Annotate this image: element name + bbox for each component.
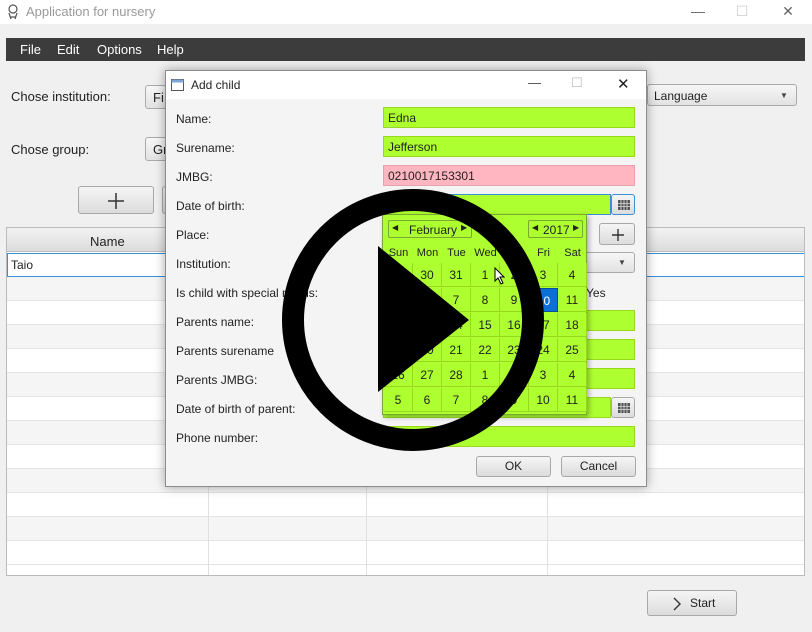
surname-field[interactable]: Jefferson xyxy=(383,136,635,157)
dialog-titlebar: Add child — ☐ ✕ xyxy=(166,71,646,99)
add-button[interactable] xyxy=(78,186,154,214)
weekday-label: Sat xyxy=(564,247,581,259)
phone-label: Phone number: xyxy=(176,431,259,445)
language-combo[interactable]: Language ▼ xyxy=(647,84,797,106)
calendar-day[interactable]: 18 xyxy=(558,313,587,337)
cancel-button[interactable]: Cancel xyxy=(561,456,636,477)
next-year-arrow-icon[interactable]: ▶ xyxy=(573,223,579,232)
minimize-button[interactable]: — xyxy=(675,0,721,24)
column-header-name[interactable]: Name xyxy=(90,234,125,249)
maximize-button[interactable]: ☐ xyxy=(719,0,765,24)
chevron-right-icon xyxy=(673,597,681,611)
window-title: Application for nursery xyxy=(26,4,156,19)
table-row[interactable] xyxy=(7,517,804,541)
table-row[interactable] xyxy=(7,541,804,565)
name-field[interactable]: Edna xyxy=(383,107,635,128)
parent-dob-label: Date of birth of parent: xyxy=(176,402,296,416)
calendar-day[interactable]: 4 xyxy=(558,363,587,387)
calendar-day[interactable]: 11 xyxy=(558,288,587,312)
dob-label: Date of birth: xyxy=(176,199,245,213)
calendar-icon xyxy=(618,200,630,210)
jmbg-field[interactable]: 0210017153301 xyxy=(383,165,635,186)
menu-help[interactable]: Help xyxy=(157,42,184,57)
chevron-down-icon: ▼ xyxy=(618,258,626,267)
dialog-title: Add child xyxy=(191,78,241,92)
close-button[interactable]: ✕ xyxy=(765,0,811,24)
parents-name-label: Parents name: xyxy=(176,315,255,329)
calendar-day[interactable]: 25 xyxy=(558,338,587,362)
calendar-day[interactable]: 11 xyxy=(558,388,587,412)
parents-surname-label: Parents surename xyxy=(176,344,275,358)
menu-options[interactable]: Options xyxy=(97,42,142,57)
institution-label: Chose institution: xyxy=(11,89,111,104)
dialog-close-button[interactable]: ✕ xyxy=(617,75,630,93)
dialog-minimize-button[interactable]: — xyxy=(528,75,541,90)
calendar-year: 2017 xyxy=(543,223,570,237)
calendar-day[interactable]: 4 xyxy=(558,263,587,287)
place-label: Place: xyxy=(176,228,210,242)
chevron-down-icon: ▼ xyxy=(780,91,788,100)
play-overlay-icon[interactable] xyxy=(279,186,547,454)
menu-bar: File Edit Options Help xyxy=(6,38,805,61)
name-label: Name: xyxy=(176,112,212,126)
institution-label: Institution: xyxy=(176,257,231,271)
parents-jmbg-label: Parents JMBG: xyxy=(176,373,258,387)
start-button[interactable]: Start xyxy=(647,590,737,616)
dialog-maximize-button[interactable]: ☐ xyxy=(571,75,583,91)
group-label: Chose group: xyxy=(11,142,90,157)
window-icon xyxy=(171,79,184,91)
dob-calendar-button[interactable] xyxy=(611,194,635,215)
plus-icon xyxy=(108,193,124,209)
parent-dob-calendar-button[interactable] xyxy=(611,397,635,418)
special-needs-yes[interactable]: Yes xyxy=(586,286,606,300)
table-row[interactable] xyxy=(7,493,804,517)
jmbg-label: JMBG: xyxy=(176,170,213,184)
add-place-button[interactable] xyxy=(599,223,635,245)
menu-edit[interactable]: Edit xyxy=(57,42,79,57)
surname-label: Surename: xyxy=(176,141,235,155)
ok-button[interactable]: OK xyxy=(476,456,551,477)
window-titlebar: Application for nursery — ☐ ✕ xyxy=(0,0,812,24)
mouse-cursor-icon xyxy=(494,267,506,285)
calendar-icon xyxy=(618,403,630,413)
app-icon xyxy=(8,4,18,20)
plus-icon xyxy=(612,229,624,241)
menu-file[interactable]: File xyxy=(20,42,41,57)
